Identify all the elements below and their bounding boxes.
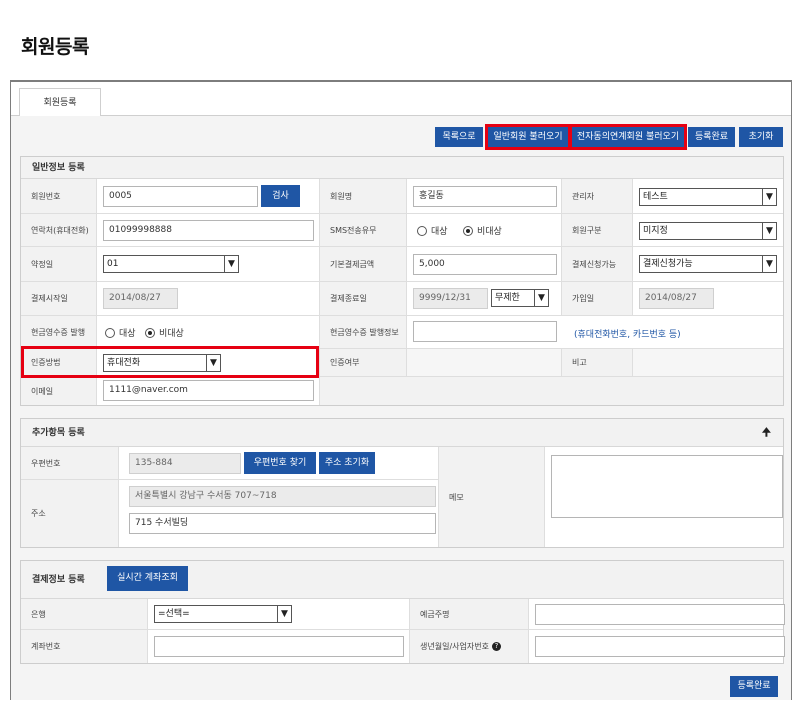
- address-label: 주소: [21, 480, 119, 547]
- depositor-input[interactable]: [535, 604, 785, 625]
- pay-end-label: 결제종료일: [320, 282, 407, 316]
- note-label: 비고: [562, 349, 633, 377]
- chevron-down-icon: ▼: [762, 223, 776, 239]
- chevron-down-icon: ▼: [277, 606, 291, 622]
- auth-method-highlight: [21, 346, 319, 378]
- member-name-input[interactable]: 홍길동: [413, 186, 557, 207]
- chevron-down-icon: ▼: [224, 256, 238, 272]
- zip-input: 135-884: [129, 453, 241, 474]
- birth-input[interactable]: [535, 636, 785, 657]
- member-no-search-button[interactable]: 검사: [261, 185, 300, 207]
- pay-status-label: 결제신청가능: [562, 247, 633, 282]
- email-label: 이메일: [21, 377, 97, 405]
- reset-button[interactable]: 초기화: [739, 127, 783, 147]
- load-esign-member-button[interactable]: 전자동의연계회원 불러오기: [569, 124, 687, 150]
- memo-label: 메모: [439, 447, 545, 547]
- sms-radio-nontarget[interactable]: 비대상: [463, 224, 502, 237]
- member-type-label: 회원구분: [562, 214, 633, 247]
- phone-input[interactable]: 01099998888: [103, 220, 314, 241]
- account-input[interactable]: [154, 636, 404, 657]
- account-label: 계좌번호: [21, 630, 148, 663]
- base-amount-label: 기본결제금액: [320, 247, 407, 282]
- chevron-down-icon: ▼: [762, 189, 776, 205]
- main-frame: 회원등록 목록으로 일반회원 불러오기 전자동의연계회원 불러오기 등록완료 초…: [10, 80, 792, 700]
- general-info-heading: 일반정보 등록: [21, 157, 783, 179]
- load-general-member-button[interactable]: 일반회원 불러오기: [485, 124, 571, 150]
- address-line2-input[interactable]: 715 수서빌딩: [129, 513, 436, 534]
- payment-info-section: 결제정보 등록 실시간 계좌조회 은행 =선택= ▼ 예금주명 계좌번호 생년월일…: [20, 560, 785, 664]
- extra-info-section: 추가항목 등록 🠉 우편번호 135-884 우편번호 찾기 주소 초기화 주소…: [20, 418, 784, 548]
- auth-status-value: [407, 349, 562, 377]
- base-amount-input[interactable]: 5,000: [413, 254, 557, 275]
- note-value: [633, 349, 783, 377]
- tab-bar: 회원등록: [11, 82, 791, 117]
- join-date-input: 2014/08/27: [639, 288, 714, 309]
- pay-day-select[interactable]: 01 ▼: [103, 255, 239, 273]
- list-button[interactable]: 목록으로: [435, 127, 483, 147]
- auth-status-label: 인증여부: [320, 349, 407, 377]
- member-no-input[interactable]: 0005: [103, 186, 258, 207]
- receipt-radio-target[interactable]: 대상: [105, 326, 136, 339]
- sms-label: SMS전송유무: [320, 214, 407, 247]
- zip-label: 우편번호: [21, 447, 119, 480]
- member-no-label: 회원번호: [21, 179, 97, 214]
- pay-start-input: 2014/08/27: [103, 288, 178, 309]
- member-type-select[interactable]: 미지정 ▼: [639, 222, 777, 240]
- memo-textarea[interactable]: [551, 455, 783, 518]
- manager-label: 관리자: [562, 179, 633, 214]
- bank-label: 은행: [21, 599, 148, 630]
- pay-end-input: 9999/12/31: [413, 288, 488, 309]
- address-reset-button[interactable]: 주소 초기화: [319, 452, 375, 474]
- depositor-label: 예금주명: [410, 599, 529, 630]
- chevron-down-icon: ▼: [762, 256, 776, 272]
- payment-info-heading: 결제정보 등록 실시간 계좌조회: [21, 561, 783, 599]
- pay-day-label: 약정일: [21, 247, 97, 282]
- address-line1-input: 서울특별시 강남구 수서동 707~718: [129, 486, 436, 507]
- extra-info-heading: 추가항목 등록 🠉: [21, 419, 783, 447]
- receipt-radio-nontarget[interactable]: 비대상: [145, 326, 184, 339]
- content-area: 목록으로 일반회원 불러오기 전자동의연계회원 불러오기 등록완료 초기화 일반…: [11, 116, 791, 700]
- register-done-button[interactable]: 등록완료: [688, 127, 735, 147]
- phone-label: 연락처(휴대전화): [21, 214, 97, 247]
- zip-find-button[interactable]: 우편번호 찾기: [244, 452, 316, 474]
- chevron-down-icon: ▼: [534, 290, 548, 306]
- sms-radio-target[interactable]: 대상: [417, 224, 448, 237]
- receipt-info-input[interactable]: [413, 321, 557, 342]
- general-info-section: 일반정보 등록 회원번호 0005 검사 회원명 홍길동 관리자 테스트 ▼ 연락…: [20, 156, 784, 406]
- birth-label: 생년월일/사업자번호 ?: [410, 630, 529, 663]
- email-input[interactable]: 1111@naver.com: [103, 380, 314, 401]
- member-name-label: 회원명: [320, 179, 407, 214]
- receipt-info-label: 현금영수증 발행정보: [320, 316, 407, 349]
- realtime-account-check-button[interactable]: 실시간 계좌조회: [107, 566, 188, 591]
- page-title: 회원등록: [21, 36, 89, 58]
- footer-register-done-button[interactable]: 등록완료: [730, 676, 778, 697]
- pay-status-select[interactable]: 결제신청가능 ▼: [639, 255, 777, 273]
- receipt-label: 현금영수증 발행: [21, 316, 97, 349]
- pay-end-select[interactable]: 무제한 ▼: [491, 289, 549, 307]
- help-icon[interactable]: ?: [491, 642, 501, 651]
- tab-member-register[interactable]: 회원등록: [19, 88, 101, 117]
- pay-start-label: 결제시작일: [21, 282, 97, 316]
- bank-select[interactable]: =선택= ▼: [154, 605, 292, 623]
- receipt-info-hint: (휴대전화번호, 카드번호 등): [574, 330, 681, 340]
- manager-select[interactable]: 테스트 ▼: [639, 188, 777, 206]
- join-date-label: 가입일: [562, 282, 633, 316]
- collapse-arrow-icon[interactable]: 🠉: [762, 419, 771, 447]
